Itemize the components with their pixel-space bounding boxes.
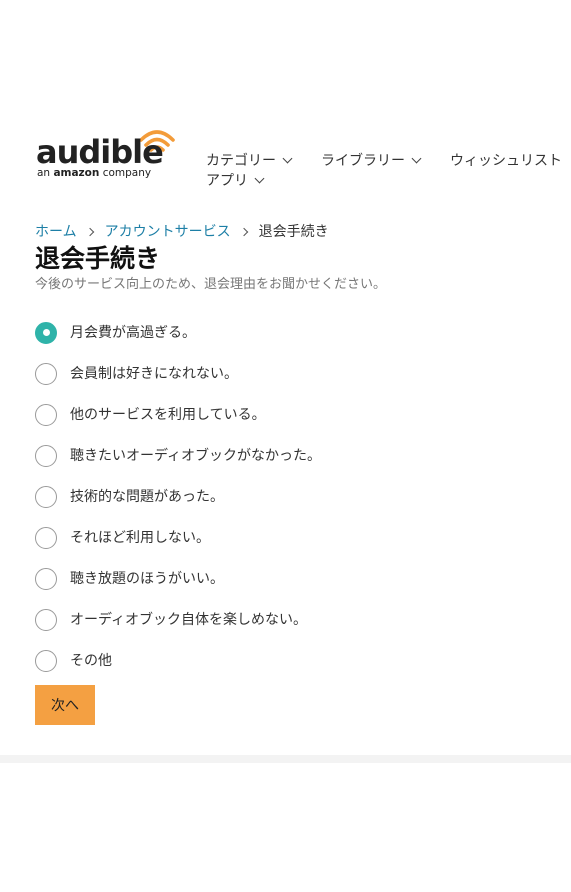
reason-label: 月会費が高過ぎる。 [70,324,196,341]
reason-option[interactable]: 聴きたいオーディオブックがなかった。 [35,435,555,476]
page: audible an amazon company カテゴリー ライブラリー ウ… [0,0,571,892]
reason-label: 技術的な問題があった。 [70,488,224,505]
radio-button[interactable] [35,649,57,672]
nav-item-label: ライブラリー [321,153,405,169]
radio-button[interactable] [35,567,57,590]
radio-button[interactable] [35,444,57,467]
breadcrumb-home[interactable]: ホーム [35,224,77,240]
reason-label: 会員制は好きになれない。 [70,365,238,382]
reason-label: 聴きたいオーディオブックがなかった。 [70,447,322,464]
radio-button[interactable] [35,526,57,549]
chevron-right-icon [85,227,94,237]
reason-option[interactable]: 会員制は好きになれない。 [35,353,555,394]
breadcrumb-account-services[interactable]: アカウントサービス [105,224,231,240]
logo-wordmark: audible [36,133,164,171]
radio-button[interactable] [35,403,57,426]
nav-item-library[interactable]: ライブラリー [321,151,422,171]
nav-item-apps[interactable]: アプリ [206,171,265,191]
logo-tagline-prefix: an [37,167,51,179]
cancel-reason-list: 月会費が高過ぎる。 会員制は好きになれない。 他のサービスを利用している。 聴き… [35,312,555,681]
reason-label: その他 [70,652,112,669]
reason-option[interactable]: 月会費が高過ぎる。 [35,312,555,353]
reason-option[interactable]: オーディオブック自体を楽しめない。 [35,599,555,640]
audible-logo[interactable]: audible an amazon company [36,128,186,184]
nav-item-wishlist[interactable]: ウィッシュリスト [450,151,562,171]
logo-tagline-brand: amazon [53,167,100,179]
next-button[interactable]: 次へ [35,685,95,725]
logo-tagline: an amazon company [37,168,151,179]
reason-option[interactable]: 他のサービスを利用している。 [35,394,555,435]
page-subtitle: 今後のサービス向上のため、退会理由をお聞かせください。 [35,277,387,292]
breadcrumb-current: 退会手続き [258,224,329,240]
radio-button-selected[interactable] [35,321,57,344]
reason-option[interactable]: 聴き放題のほうがいい。 [35,558,555,599]
reason-option[interactable]: その他 [35,640,555,681]
reason-option[interactable]: 技術的な問題があった。 [35,476,555,517]
reason-label: 聴き放題のほうがいい。 [70,570,224,587]
reason-option[interactable]: それほど利用しない。 [35,517,555,558]
nav-item-categories[interactable]: カテゴリー [206,151,293,171]
chevron-down-icon [411,153,422,164]
footer-divider [0,755,571,763]
radio-button[interactable] [35,485,57,508]
radio-button[interactable] [35,608,57,631]
chevron-down-icon [254,173,265,184]
radio-button[interactable] [35,362,57,385]
reason-label: 他のサービスを利用している。 [70,406,266,423]
nav-item-label: カテゴリー [206,153,276,169]
breadcrumb: ホーム アカウントサービス 退会手続き [35,222,329,242]
chevron-down-icon [282,153,293,164]
logo-tagline-suffix: company [102,167,152,179]
nav-item-label: アプリ [206,173,248,189]
reason-label: それほど利用しない。 [70,529,210,546]
chevron-right-icon [239,227,248,237]
page-title: 退会手続き [35,244,161,273]
nav-item-label: ウィッシュリスト [450,153,562,169]
reason-label: オーディオブック自体を楽しめない。 [70,611,308,628]
